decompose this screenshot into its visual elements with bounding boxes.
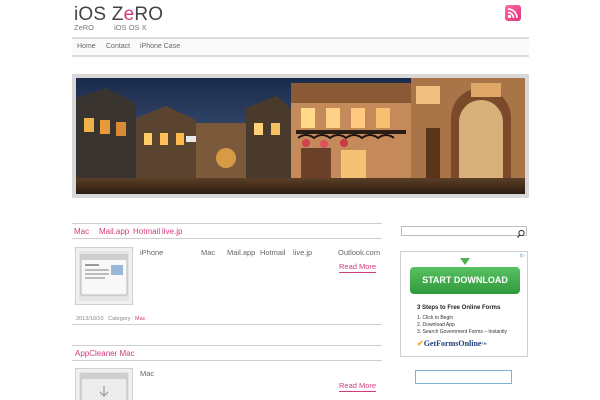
site-tagline: ZeRO iOS OS X bbox=[74, 23, 165, 32]
ad-choices-icon[interactable]: i▷ bbox=[520, 253, 525, 259]
header-banner bbox=[72, 74, 529, 198]
site-title-text-2: RO bbox=[134, 4, 164, 25]
getformsonline-logo: ✔GetFormsOnline™ bbox=[417, 339, 487, 348]
nav-item-contact[interactable]: Contact bbox=[106, 43, 130, 50]
search-input[interactable] bbox=[401, 226, 527, 236]
search-button[interactable] bbox=[515, 226, 527, 238]
post-title-word[interactable]: live.jp bbox=[162, 227, 182, 236]
post-excerpt-word: Mac bbox=[201, 248, 216, 257]
read-more-link[interactable]: Read More bbox=[339, 381, 377, 392]
mail-window-image bbox=[80, 254, 128, 296]
post-title-word[interactable]: Hotmail bbox=[133, 227, 160, 236]
ad-steps-title: 3 Steps to Free Online Forms bbox=[417, 305, 501, 311]
banner-image bbox=[76, 78, 525, 194]
rss-icon[interactable] bbox=[505, 5, 521, 21]
post-meta: 2013/10/10 Category : Mac bbox=[72, 313, 382, 325]
thumbnail-image bbox=[79, 372, 129, 400]
tagline-part: ZeRO bbox=[74, 23, 95, 32]
post-excerpt-word: live.jp bbox=[293, 248, 313, 257]
post-thumbnail[interactable] bbox=[75, 247, 133, 305]
ad-step: 3. Search Government Forms – Instantly bbox=[417, 329, 508, 335]
post-excerpt-word: Mail.app bbox=[227, 248, 256, 257]
post-excerpt-word: Hotmail bbox=[260, 248, 286, 257]
post-excerpt-word: iPhone bbox=[140, 248, 164, 257]
logo-text: GetFormsOnline bbox=[423, 339, 482, 348]
post-title-bar: AppCleaner Mac bbox=[72, 345, 382, 361]
post-title-bar: Mac Mail.app Hotmail live.jp bbox=[72, 223, 382, 239]
advertisement[interactable]: i▷ START DOWNLOAD 3 Steps to Free Online… bbox=[400, 251, 528, 357]
site-title-accent: e bbox=[123, 4, 135, 25]
start-download-button[interactable]: START DOWNLOAD bbox=[410, 267, 520, 294]
main-navigation: Home Contact iPhone Case bbox=[72, 37, 529, 57]
magnifier-icon bbox=[517, 229, 525, 238]
down-arrow-icon bbox=[460, 258, 470, 265]
site-title-text-1: iOS Z bbox=[74, 4, 124, 25]
tagline-part: iOS OS X bbox=[114, 23, 147, 32]
post-date: 2013/10/10 bbox=[76, 316, 104, 322]
nav-item-home[interactable]: Home bbox=[77, 43, 96, 50]
post-excerpt: Mac bbox=[140, 369, 155, 378]
thumbnail-image bbox=[79, 251, 129, 301]
app-window-image bbox=[80, 373, 128, 400]
post-excerpt-word: Outlook.com bbox=[338, 248, 381, 257]
post-title-word[interactable]: Mac bbox=[74, 227, 89, 236]
rss-icon-graphic bbox=[507, 8, 518, 19]
post-category-link[interactable]: Mac bbox=[135, 316, 145, 322]
post-title[interactable]: AppCleaner Mac bbox=[75, 349, 135, 358]
sidebar-widget-box[interactable] bbox=[415, 370, 512, 384]
ad-step: 1. Click to Begin bbox=[417, 315, 454, 321]
post-title-word[interactable]: Mail.app bbox=[99, 227, 129, 236]
read-more-link[interactable]: Read More bbox=[339, 262, 377, 273]
nav-item-iphone-case[interactable]: iPhone Case bbox=[140, 43, 180, 50]
post-category-label: Category : bbox=[108, 316, 134, 322]
ad-step: 2. Download App bbox=[417, 322, 455, 328]
logo-trademark: ™ bbox=[481, 343, 487, 348]
post-thumbnail[interactable] bbox=[75, 368, 133, 400]
